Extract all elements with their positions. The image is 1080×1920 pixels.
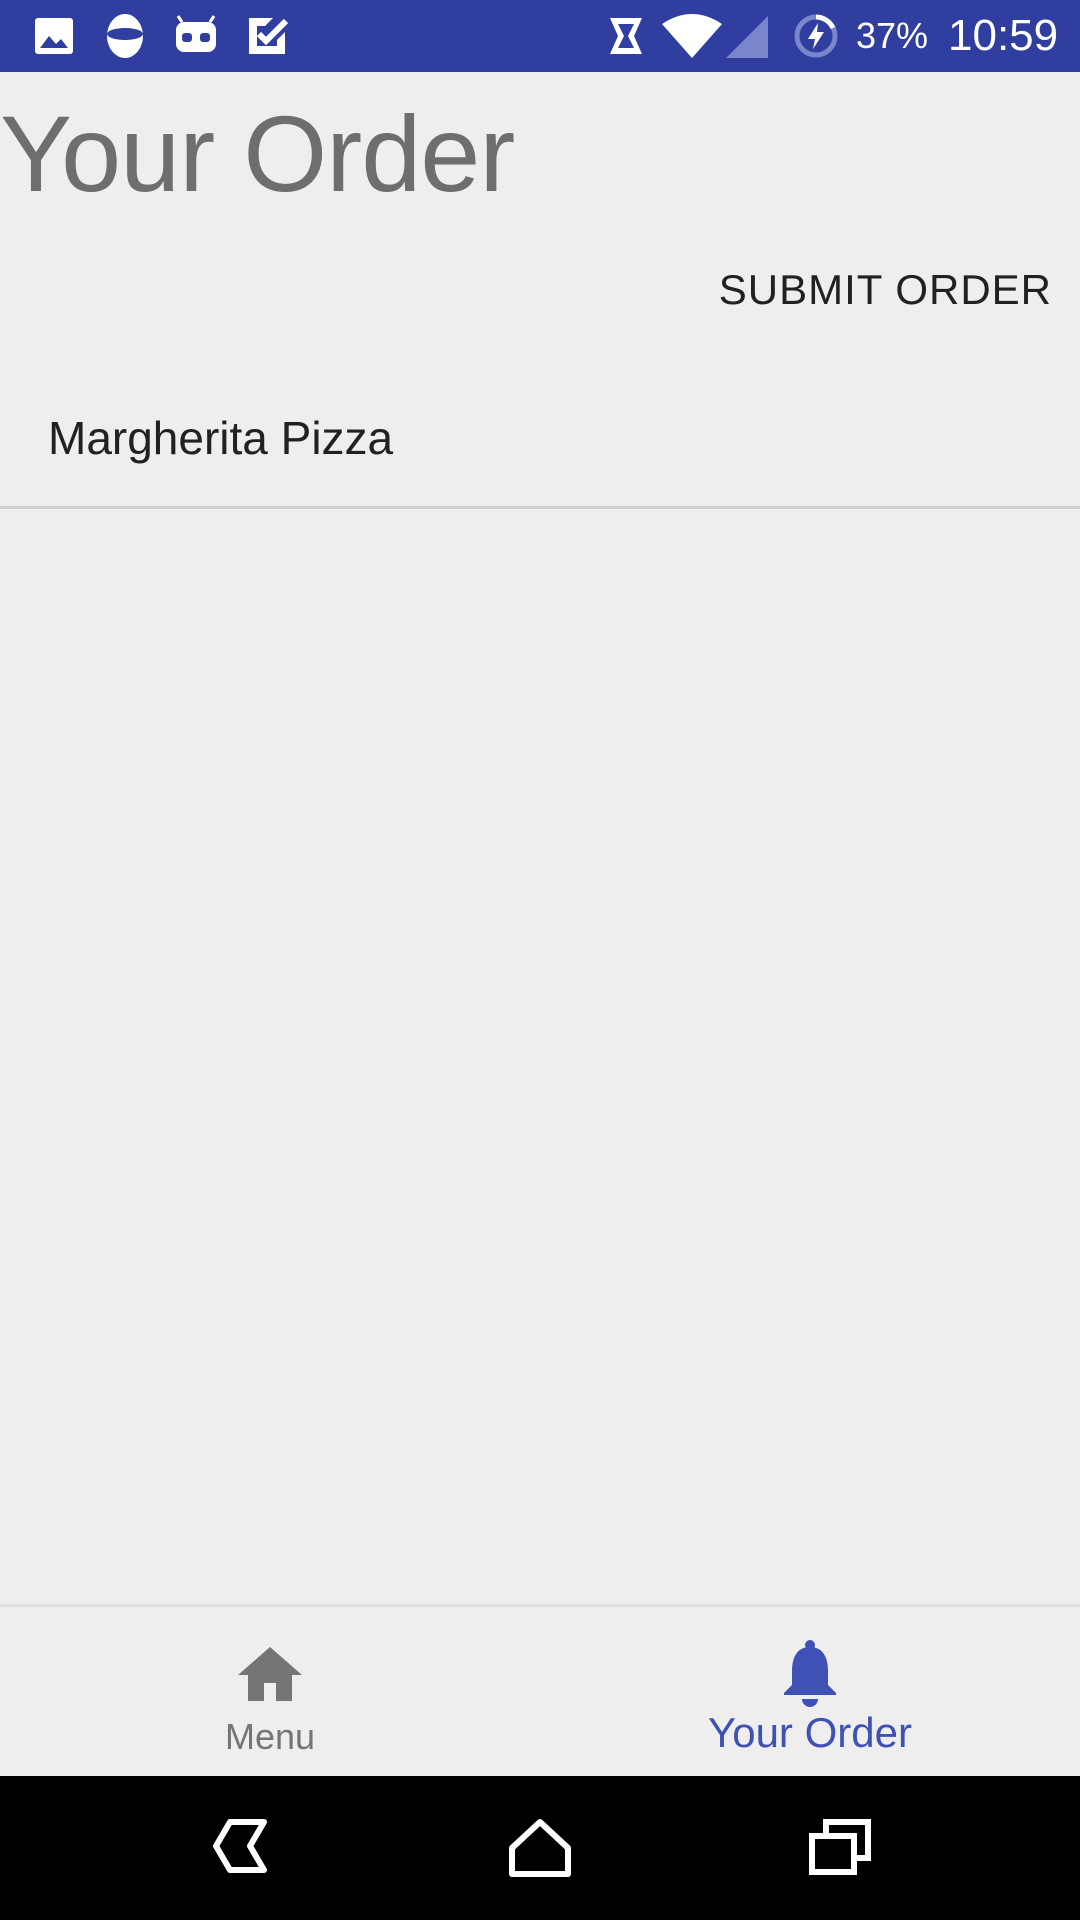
android-icon xyxy=(176,15,216,52)
battery-percentage: 37% xyxy=(856,15,929,56)
system-navigation-bar xyxy=(0,1776,1080,1920)
page-title: Your Order xyxy=(0,93,515,214)
back-icon[interactable] xyxy=(204,1812,276,1884)
order-list: Margherita Pizza xyxy=(0,382,1080,509)
status-bar: 37% 10:59 xyxy=(0,0,1080,72)
wifi-icon xyxy=(662,14,722,58)
signal-icon xyxy=(726,16,768,58)
drive-icon xyxy=(107,14,143,58)
nav-item-menu[interactable]: Menu xyxy=(0,1607,540,1779)
bottom-navigation: Menu Your Order xyxy=(0,1604,1080,1779)
gallery-icon xyxy=(35,18,73,54)
nfc-icon xyxy=(610,18,642,54)
bell-icon xyxy=(784,1640,836,1707)
list-item[interactable]: Margherita Pizza xyxy=(0,382,1080,509)
home-nav-icon[interactable] xyxy=(504,1812,576,1884)
nav-label-menu: Menu xyxy=(224,1716,316,1757)
order-item-label: Margherita Pizza xyxy=(48,412,394,464)
status-time: 10:59 xyxy=(948,11,1059,60)
submit-order-button[interactable]: SUBMIT ORDER xyxy=(719,262,1052,318)
home-icon xyxy=(238,1647,302,1701)
nav-item-your-order[interactable]: Your Order xyxy=(540,1607,1080,1779)
tasks-icon xyxy=(249,18,289,54)
recents-icon[interactable] xyxy=(804,1812,876,1884)
battery-charging-icon xyxy=(794,14,838,58)
nav-label-your-order: Your Order xyxy=(708,1709,912,1756)
